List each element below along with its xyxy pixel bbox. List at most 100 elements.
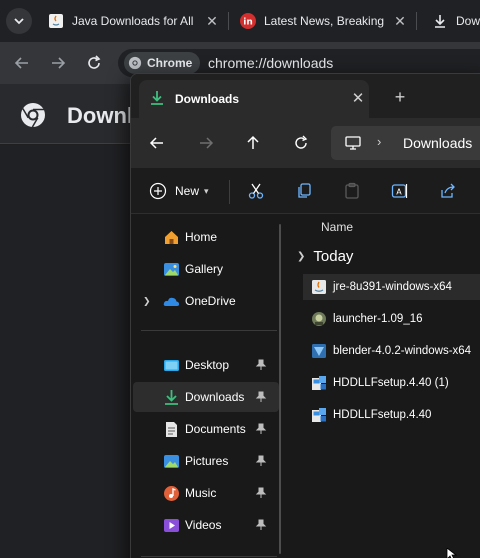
close-tab-icon[interactable]: ✕ (392, 13, 408, 29)
nav-item-downloads[interactable]: Downloads (133, 382, 279, 412)
file-name: jre-8u391-windows-x64 (333, 281, 452, 293)
mouse-cursor-icon (446, 548, 458, 558)
url-text: chrome://downloads (208, 55, 334, 71)
nav-item-music[interactable]: Music (133, 478, 279, 508)
nav-item-label: Desktop (185, 358, 230, 372)
nav-item-onedrive[interactable]: ❯ OneDrive (133, 286, 279, 316)
up-button[interactable] (241, 131, 265, 155)
desktop-icon (164, 359, 179, 371)
forward-button[interactable] (194, 131, 218, 155)
tab-title: Java Downloads for All (72, 14, 194, 28)
nav-item-gallery[interactable]: Gallery (133, 254, 279, 284)
arrow-up-icon (247, 135, 259, 149)
back-button[interactable] (10, 51, 34, 75)
chrome-logo-icon (128, 56, 142, 70)
new-button[interactable]: New ▾ (149, 178, 209, 204)
download-icon (435, 15, 445, 28)
explorer-title-bar: Downloads ✕ + (131, 74, 480, 118)
java-file-icon (49, 14, 63, 28)
nav-item-pictures[interactable]: Pictures (133, 446, 279, 476)
tab-downloads[interactable]: Dow (432, 6, 480, 36)
chevron-right-icon[interactable]: ❯ (143, 296, 151, 307)
nav-item-videos[interactable]: Videos (133, 510, 279, 540)
nav-item-desktop[interactable]: Desktop (133, 350, 279, 380)
site-chip[interactable]: Chrome (124, 52, 201, 74)
pin-icon (255, 519, 267, 530)
site-chip-label: Chrome (147, 56, 193, 70)
new-tab-button[interactable]: + (389, 86, 411, 108)
file-list: Name ❯ Today jre-8u391-windows-x64 launc… (289, 214, 480, 558)
nav-item-label: Documents (185, 422, 246, 436)
refresh-button[interactable] (289, 131, 313, 155)
nav-item-label: Downloads (185, 390, 245, 404)
chevron-down-icon: ▾ (204, 185, 209, 196)
arrow-right-icon (52, 57, 66, 69)
paste-icon (345, 182, 359, 199)
file-row[interactable]: HDDLLFsetup.4.40 (303, 402, 480, 428)
chrome-logo-icon (21, 103, 45, 128)
reload-icon (88, 55, 101, 69)
nav-item-label: Pictures (185, 454, 229, 468)
videos-icon (164, 518, 179, 532)
tab-latest-news[interactable]: in Latest News, Breaking ✕ (240, 6, 408, 36)
gallery-icon (164, 262, 179, 276)
pin-icon (255, 391, 267, 402)
forward-button[interactable] (46, 51, 70, 75)
copy-icon (298, 183, 311, 198)
nav-item-home[interactable]: Home (133, 222, 279, 252)
tab-search-button[interactable] (6, 8, 32, 34)
explorer-command-bar: New ▾ A (131, 168, 480, 214)
explorer-tab-downloads[interactable]: Downloads ✕ (139, 80, 369, 118)
tab-java-downloads[interactable]: Java Downloads for All ✕ (48, 6, 220, 36)
new-button-label: New (175, 184, 200, 198)
share-button[interactable] (437, 180, 459, 202)
pin-icon (255, 359, 267, 370)
music-icon (164, 485, 179, 501)
nav-item-documents[interactable]: Documents (133, 414, 279, 444)
setup-exe-icon (312, 376, 326, 390)
file-row[interactable]: blender-4.0.2-windows-x64 (303, 338, 480, 364)
monitor-icon (345, 136, 361, 150)
close-tab-icon[interactable]: ✕ (204, 13, 220, 29)
file-explorer-window: Downloads ✕ + › Downloads New ▾ A Home G… (130, 73, 480, 558)
explorer-tab-label: Downloads (175, 92, 240, 106)
tab-title: Latest News, Breaking (264, 14, 385, 28)
nav-item-label: Gallery (185, 262, 224, 276)
onedrive-cloud-icon (163, 297, 180, 306)
reload-button[interactable] (82, 51, 106, 75)
installer-package-icon (312, 344, 326, 358)
copy-button[interactable] (293, 180, 315, 202)
share-icon (441, 183, 455, 198)
back-button[interactable] (145, 131, 169, 155)
pin-icon (255, 487, 267, 498)
file-row[interactable]: launcher-1.09_16 (303, 306, 480, 332)
address-bar[interactable]: › Downloads (331, 126, 480, 160)
file-name: HDDLLFsetup.4.40 (333, 409, 432, 421)
tab-title: Dow (456, 14, 480, 28)
breadcrumb-downloads[interactable]: Downloads (403, 135, 472, 151)
svg-text:in: in (243, 18, 253, 28)
arrow-left-icon (14, 57, 28, 69)
add-circle-icon (149, 182, 167, 200)
nav-item-label: OneDrive (185, 294, 236, 308)
navigation-scrollbar[interactable] (279, 224, 281, 554)
file-row[interactable]: HDDLLFsetup.4.40 (1) (303, 370, 480, 396)
command-separator (229, 180, 230, 204)
paste-button[interactable] (341, 180, 363, 202)
column-header-name[interactable]: Name (321, 220, 353, 234)
group-label: Today (313, 248, 354, 265)
group-header-today[interactable]: ❯ Today (297, 248, 353, 265)
file-name: blender-4.0.2-windows-x64 (333, 345, 472, 357)
pin-icon (255, 423, 267, 434)
arrow-left-icon (149, 137, 163, 149)
close-tab-icon[interactable]: ✕ (349, 89, 367, 107)
cut-button[interactable] (245, 180, 267, 202)
file-row[interactable]: jre-8u391-windows-x64 (303, 274, 480, 300)
explorer-navigation-bar: › Downloads (131, 118, 480, 168)
svg-text:A: A (396, 188, 402, 197)
arrow-right-icon (200, 137, 214, 149)
nav-divider (141, 330, 277, 331)
pin-icon (255, 455, 267, 466)
java-installer-icon (312, 280, 326, 294)
rename-button[interactable]: A (389, 180, 411, 202)
